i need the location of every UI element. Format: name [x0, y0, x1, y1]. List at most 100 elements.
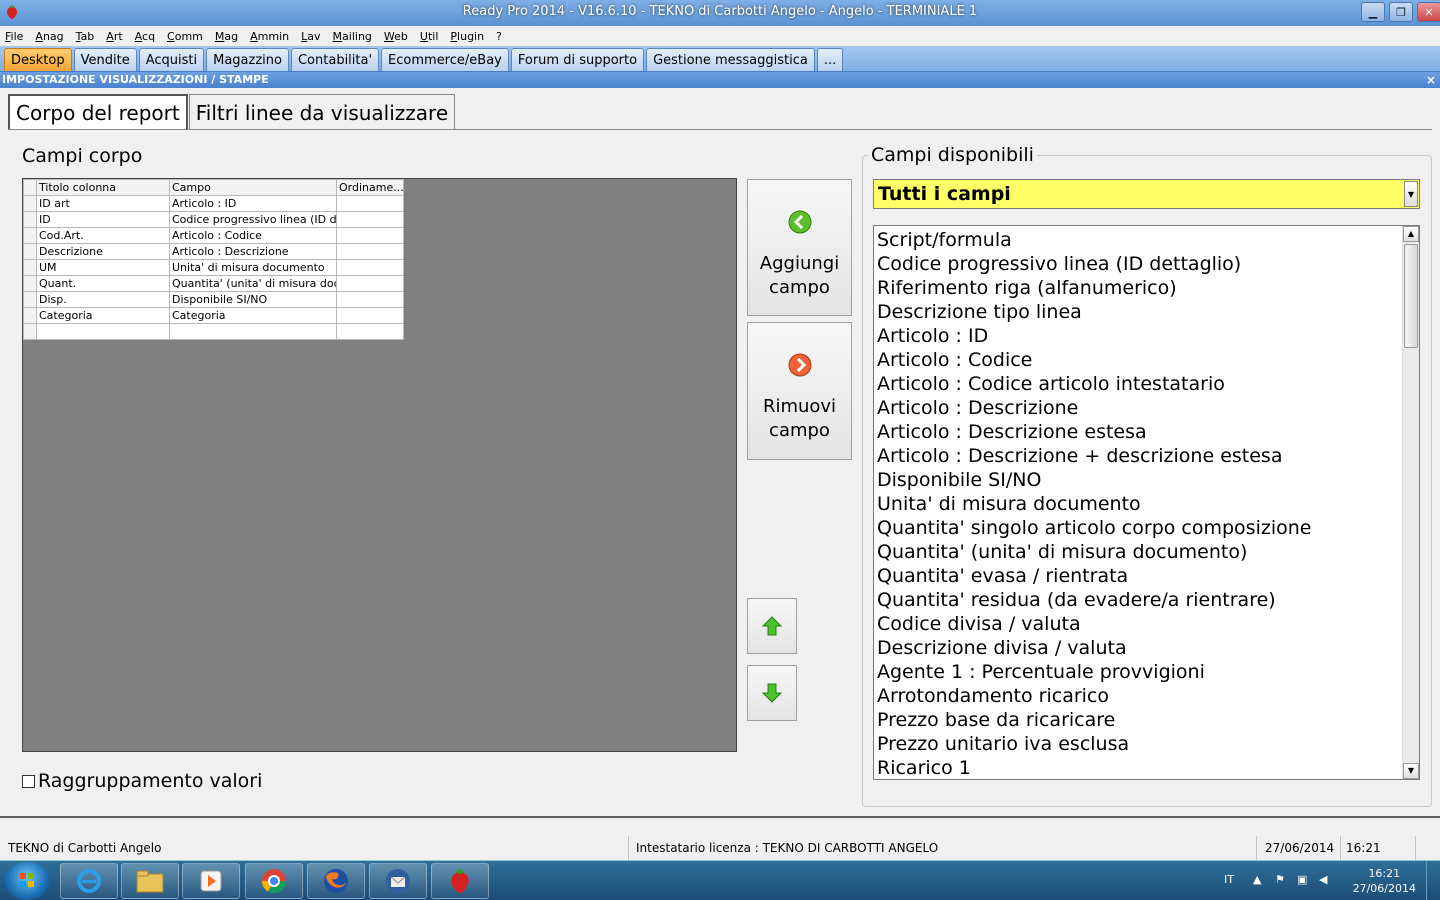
table-row[interactable]: Disp. Disponibile SI/NO — [23, 291, 404, 308]
list-item[interactable]: Ricarico 1 — [877, 756, 1419, 779]
tab-ecommerce[interactable]: Ecommerce/eBay — [381, 48, 509, 71]
table-row[interactable]: Cod.Art. Articolo : Codice — [23, 227, 404, 244]
row-indicator[interactable] — [23, 227, 37, 244]
list-item[interactable]: Articolo : Descrizione — [877, 396, 1419, 420]
taskbar-firefox[interactable] — [307, 863, 365, 899]
tab-vendite[interactable]: Vendite — [73, 48, 137, 71]
column-header-ordinamento[interactable]: Ordiname... — [336, 179, 404, 196]
cell-campo[interactable]: Disponibile SI/NO — [169, 291, 337, 308]
panel-close-icon[interactable]: × — [1426, 72, 1436, 88]
taskbar-explorer[interactable] — [121, 863, 179, 899]
column-header-campo[interactable]: Campo — [169, 179, 337, 196]
menu-help[interactable]: ? — [496, 30, 502, 43]
row-indicator[interactable] — [23, 291, 37, 308]
menu-file[interactable]: File — [5, 30, 23, 43]
tab-filtri-linee[interactable]: Filtri linee da visualizzare — [188, 94, 456, 130]
menu-mag[interactable]: Mag — [215, 30, 238, 43]
taskbar-ie[interactable] — [60, 863, 118, 899]
row-indicator[interactable] — [23, 323, 37, 340]
cell-titolo[interactable]: UM — [36, 259, 170, 276]
cell-titolo[interactable]: Descrizione — [36, 243, 170, 260]
cell-campo[interactable]: Articolo : ID — [169, 195, 337, 212]
table-row[interactable]: ID art Articolo : ID — [23, 195, 404, 212]
tab-contabilita[interactable]: Contabilita' — [290, 48, 380, 71]
cell-titolo[interactable]: ID art — [36, 195, 170, 212]
grouping-checkbox[interactable] — [22, 774, 35, 788]
cell-ordinamento[interactable] — [336, 211, 404, 228]
tab-magazzino[interactable]: Magazzino — [206, 48, 289, 71]
column-header-titolo[interactable]: Titolo colonna — [36, 179, 170, 196]
list-item[interactable]: Articolo : Descrizione estesa — [877, 420, 1419, 444]
table-row-new[interactable] — [23, 323, 404, 340]
cell-campo[interactable] — [169, 323, 337, 340]
list-item[interactable]: Quantita' residua (da evadere/a rientrar… — [877, 588, 1419, 612]
tab-acquisti[interactable]: Acquisti — [138, 48, 205, 71]
list-item[interactable]: Articolo : Descrizione + descrizione est… — [877, 444, 1419, 468]
menu-tab[interactable]: Tab — [76, 30, 95, 43]
chevron-down-icon[interactable]: ▼ — [1404, 181, 1418, 207]
table-row[interactable]: Descrizione Articolo : Descrizione — [23, 243, 404, 260]
action-center-flag-icon[interactable]: ⚑ — [1275, 873, 1285, 886]
cell-ordinamento[interactable] — [336, 291, 404, 308]
cell-ordinamento[interactable] — [336, 227, 404, 244]
taskbar-media-player[interactable] — [182, 863, 240, 899]
cell-ordinamento[interactable] — [336, 323, 404, 340]
menu-art[interactable]: Art — [106, 30, 122, 43]
menu-lav[interactable]: Lav — [301, 30, 320, 43]
cell-campo[interactable]: Articolo : Descrizione — [169, 243, 337, 260]
list-item[interactable]: Prezzo base da ricaricare — [877, 708, 1419, 732]
cell-campo[interactable]: Codice progressivo linea (ID de... — [169, 211, 337, 228]
list-item[interactable]: Disponibile SI/NO — [877, 468, 1419, 492]
cell-ordinamento[interactable] — [336, 259, 404, 276]
taskbar-ready-pro[interactable] — [431, 863, 489, 899]
scrollbar-thumb[interactable] — [1404, 244, 1418, 348]
menu-anag[interactable]: Anag — [35, 30, 63, 43]
cell-campo[interactable]: Unita' di misura documento — [169, 259, 337, 276]
close-window-button[interactable]: ✕ — [1417, 2, 1440, 22]
cell-titolo[interactable]: Cod.Art. — [36, 227, 170, 244]
cell-ordinamento[interactable] — [336, 243, 404, 260]
row-indicator[interactable] — [23, 211, 37, 228]
menu-comm[interactable]: Comm — [167, 30, 203, 43]
list-item[interactable]: Unita' di misura documento — [877, 492, 1419, 516]
menu-mailing[interactable]: Mailing — [333, 30, 372, 43]
menu-acq[interactable]: Acq — [135, 30, 155, 43]
cell-titolo[interactable]: Disp. — [36, 291, 170, 308]
row-indicator[interactable] — [23, 275, 37, 292]
scroll-up-icon[interactable]: ▲ — [1403, 226, 1419, 242]
tab-desktop[interactable]: Desktop — [4, 48, 72, 71]
add-field-button[interactable]: Aggiungi campo — [747, 179, 852, 316]
list-item[interactable]: Codice progressivo linea (ID dettaglio) — [877, 252, 1419, 276]
cell-ordinamento[interactable] — [336, 275, 404, 292]
grouping-checkbox-row[interactable]: Raggruppamento valori — [22, 770, 262, 792]
cell-ordinamento[interactable] — [336, 195, 404, 212]
cell-titolo[interactable]: Quant. — [36, 275, 170, 292]
taskbar-thunderbird[interactable] — [369, 863, 427, 899]
table-row[interactable]: UM Unita' di misura documento — [23, 259, 404, 276]
list-item[interactable]: Agente 1 : Percentuale provvigioni — [877, 660, 1419, 684]
cell-titolo[interactable]: Categoria — [36, 307, 170, 324]
scroll-down-icon[interactable]: ▼ — [1403, 763, 1419, 779]
field-category-select[interactable]: Tutti i campi ▼ — [873, 179, 1420, 209]
tab-more[interactable]: ... — [816, 48, 844, 71]
show-desktop-button[interactable] — [1426, 861, 1440, 900]
cell-campo[interactable]: Categoria — [169, 307, 337, 324]
list-item[interactable]: Prezzo unitario iva esclusa — [877, 732, 1419, 756]
move-down-button[interactable] — [747, 665, 797, 721]
list-item[interactable]: Articolo : Codice — [877, 348, 1419, 372]
menu-web[interactable]: Web — [384, 30, 408, 43]
list-scrollbar[interactable]: ▲ ▼ — [1402, 226, 1419, 779]
row-indicator[interactable] — [23, 195, 37, 212]
cell-campo[interactable]: Articolo : Codice — [169, 227, 337, 244]
table-row[interactable]: Categoria Categoria — [23, 307, 404, 324]
remove-field-button[interactable]: Rimuovi campo — [747, 322, 852, 460]
list-item[interactable]: Codice divisa / valuta — [877, 612, 1419, 636]
windows-start-button[interactable] — [4, 862, 50, 900]
tab-forum[interactable]: Forum di supporto — [510, 48, 645, 71]
move-up-button[interactable] — [747, 598, 797, 654]
list-item[interactable]: Articolo : ID — [877, 324, 1419, 348]
list-item[interactable]: Riferimento riga (alfanumerico) — [877, 276, 1419, 300]
minimize-button[interactable]: ▁ — [1361, 2, 1385, 22]
list-item[interactable]: Arrotondamento ricarico — [877, 684, 1419, 708]
menu-plugin[interactable]: Plugin — [450, 30, 484, 43]
